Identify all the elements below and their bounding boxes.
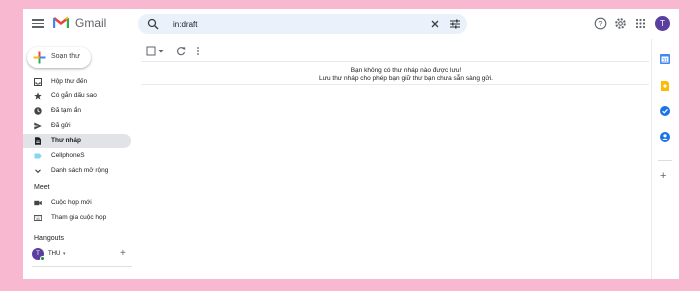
svg-text:?: ? [599,21,603,28]
inbox-icon [34,78,42,86]
select-checkbox-icon[interactable] [146,46,156,56]
sidebar-item-cellphones[interactable]: CellphoneS [23,149,131,163]
sidebar-item-sent[interactable]: Đã gửi [23,119,131,133]
sidebar-item-label: CellphoneS [51,152,85,159]
chevron-down-icon [35,169,41,174]
keep-icon[interactable] [659,80,671,92]
add-contact-button[interactable]: + [120,249,126,259]
rail-divider [658,160,672,161]
compose-label: Soạn thư [51,53,80,60]
caret-down-icon[interactable]: ▾ [63,251,66,257]
meet-join-meeting[interactable]: Tham gia cuộc họp [23,211,131,225]
list-toolbar [143,43,673,59]
settings-gear-icon[interactable] [614,17,627,30]
account-avatar[interactable]: T [655,16,670,31]
sidebar-divider [32,266,132,267]
empty-message-line: Lưu thư nháp cho phép bạn giữ thư bạn ch… [319,75,493,82]
compose-button[interactable]: Soạn thư [27,47,91,68]
online-status-dot [40,256,45,261]
app-title: Gmail [75,16,107,30]
empty-message-line: Bạn không có thư nháp nào được lưu! [350,67,462,74]
video-icon [34,200,42,206]
empty-drafts-message: Bạn không có thư nháp nào được lưu! Lưu … [141,67,671,83]
compose-plus-icon [33,51,46,64]
sidebar-item-label: Thư nháp [51,137,81,144]
meet-item-label: Tham gia cuộc họp [51,214,107,221]
search-bar[interactable] [138,14,467,34]
help-icon[interactable]: ? [594,17,607,30]
get-addons-button[interactable]: + [660,171,666,182]
refresh-icon[interactable] [176,46,186,56]
gmail-logo-icon[interactable] [53,16,69,29]
sidebar-item-label: Đã gửi [51,122,71,129]
toolbar-divider [141,61,649,62]
side-panel-rail: 31 + [651,39,679,279]
sidebar-item-snoozed[interactable]: Đã tạm ẩn [23,104,131,118]
draft-icon [35,137,41,145]
search-icon[interactable] [147,18,159,30]
sidebar-item-inbox[interactable]: Hộp thư đến [23,75,131,89]
sidebar-item-more[interactable]: Danh sách mở rộng [23,164,131,178]
select-dropdown-icon[interactable] [158,46,164,56]
search-options-icon[interactable] [449,18,461,30]
keyboard-icon [34,215,42,221]
apps-grid-icon[interactable] [634,17,647,30]
sidebar-item-label: Danh sách mở rộng [51,167,109,174]
hangouts-user[interactable]: T THU ▾ [32,248,132,261]
clock-icon [34,107,42,115]
tasks-icon[interactable] [659,105,671,117]
search-input[interactable] [173,17,413,31]
label-icon [34,153,42,159]
header: Gmail ? [23,9,679,39]
hangouts-user-name: THU [48,251,61,257]
sidebar-item-label: Hộp thư đến [51,78,88,85]
hangouts-section-title: Hangouts [34,235,64,242]
star-icon [34,92,42,100]
clear-search-icon[interactable] [429,18,441,30]
sidebar-item-drafts[interactable]: Thư nháp [23,134,131,148]
meet-item-label: Cuộc họp mới [51,199,92,206]
message-divider [141,84,649,85]
gmail-window: Gmail ? [23,9,679,279]
main-menu-button[interactable] [31,17,45,31]
sidebar-item-label: Đã tạm ẩn [51,107,81,114]
meet-section-title: Meet [34,184,50,191]
contacts-icon[interactable] [659,131,671,143]
sidebar-item-label: Có gắn dấu sao [51,92,97,99]
more-options-icon[interactable] [195,46,201,56]
calendar-icon[interactable]: 31 [659,53,671,65]
svg-text:31: 31 [662,58,668,64]
send-icon [34,122,42,130]
meet-new-meeting[interactable]: Cuộc họp mới [23,196,131,210]
sidebar-item-starred[interactable]: Có gắn dấu sao [23,89,131,103]
